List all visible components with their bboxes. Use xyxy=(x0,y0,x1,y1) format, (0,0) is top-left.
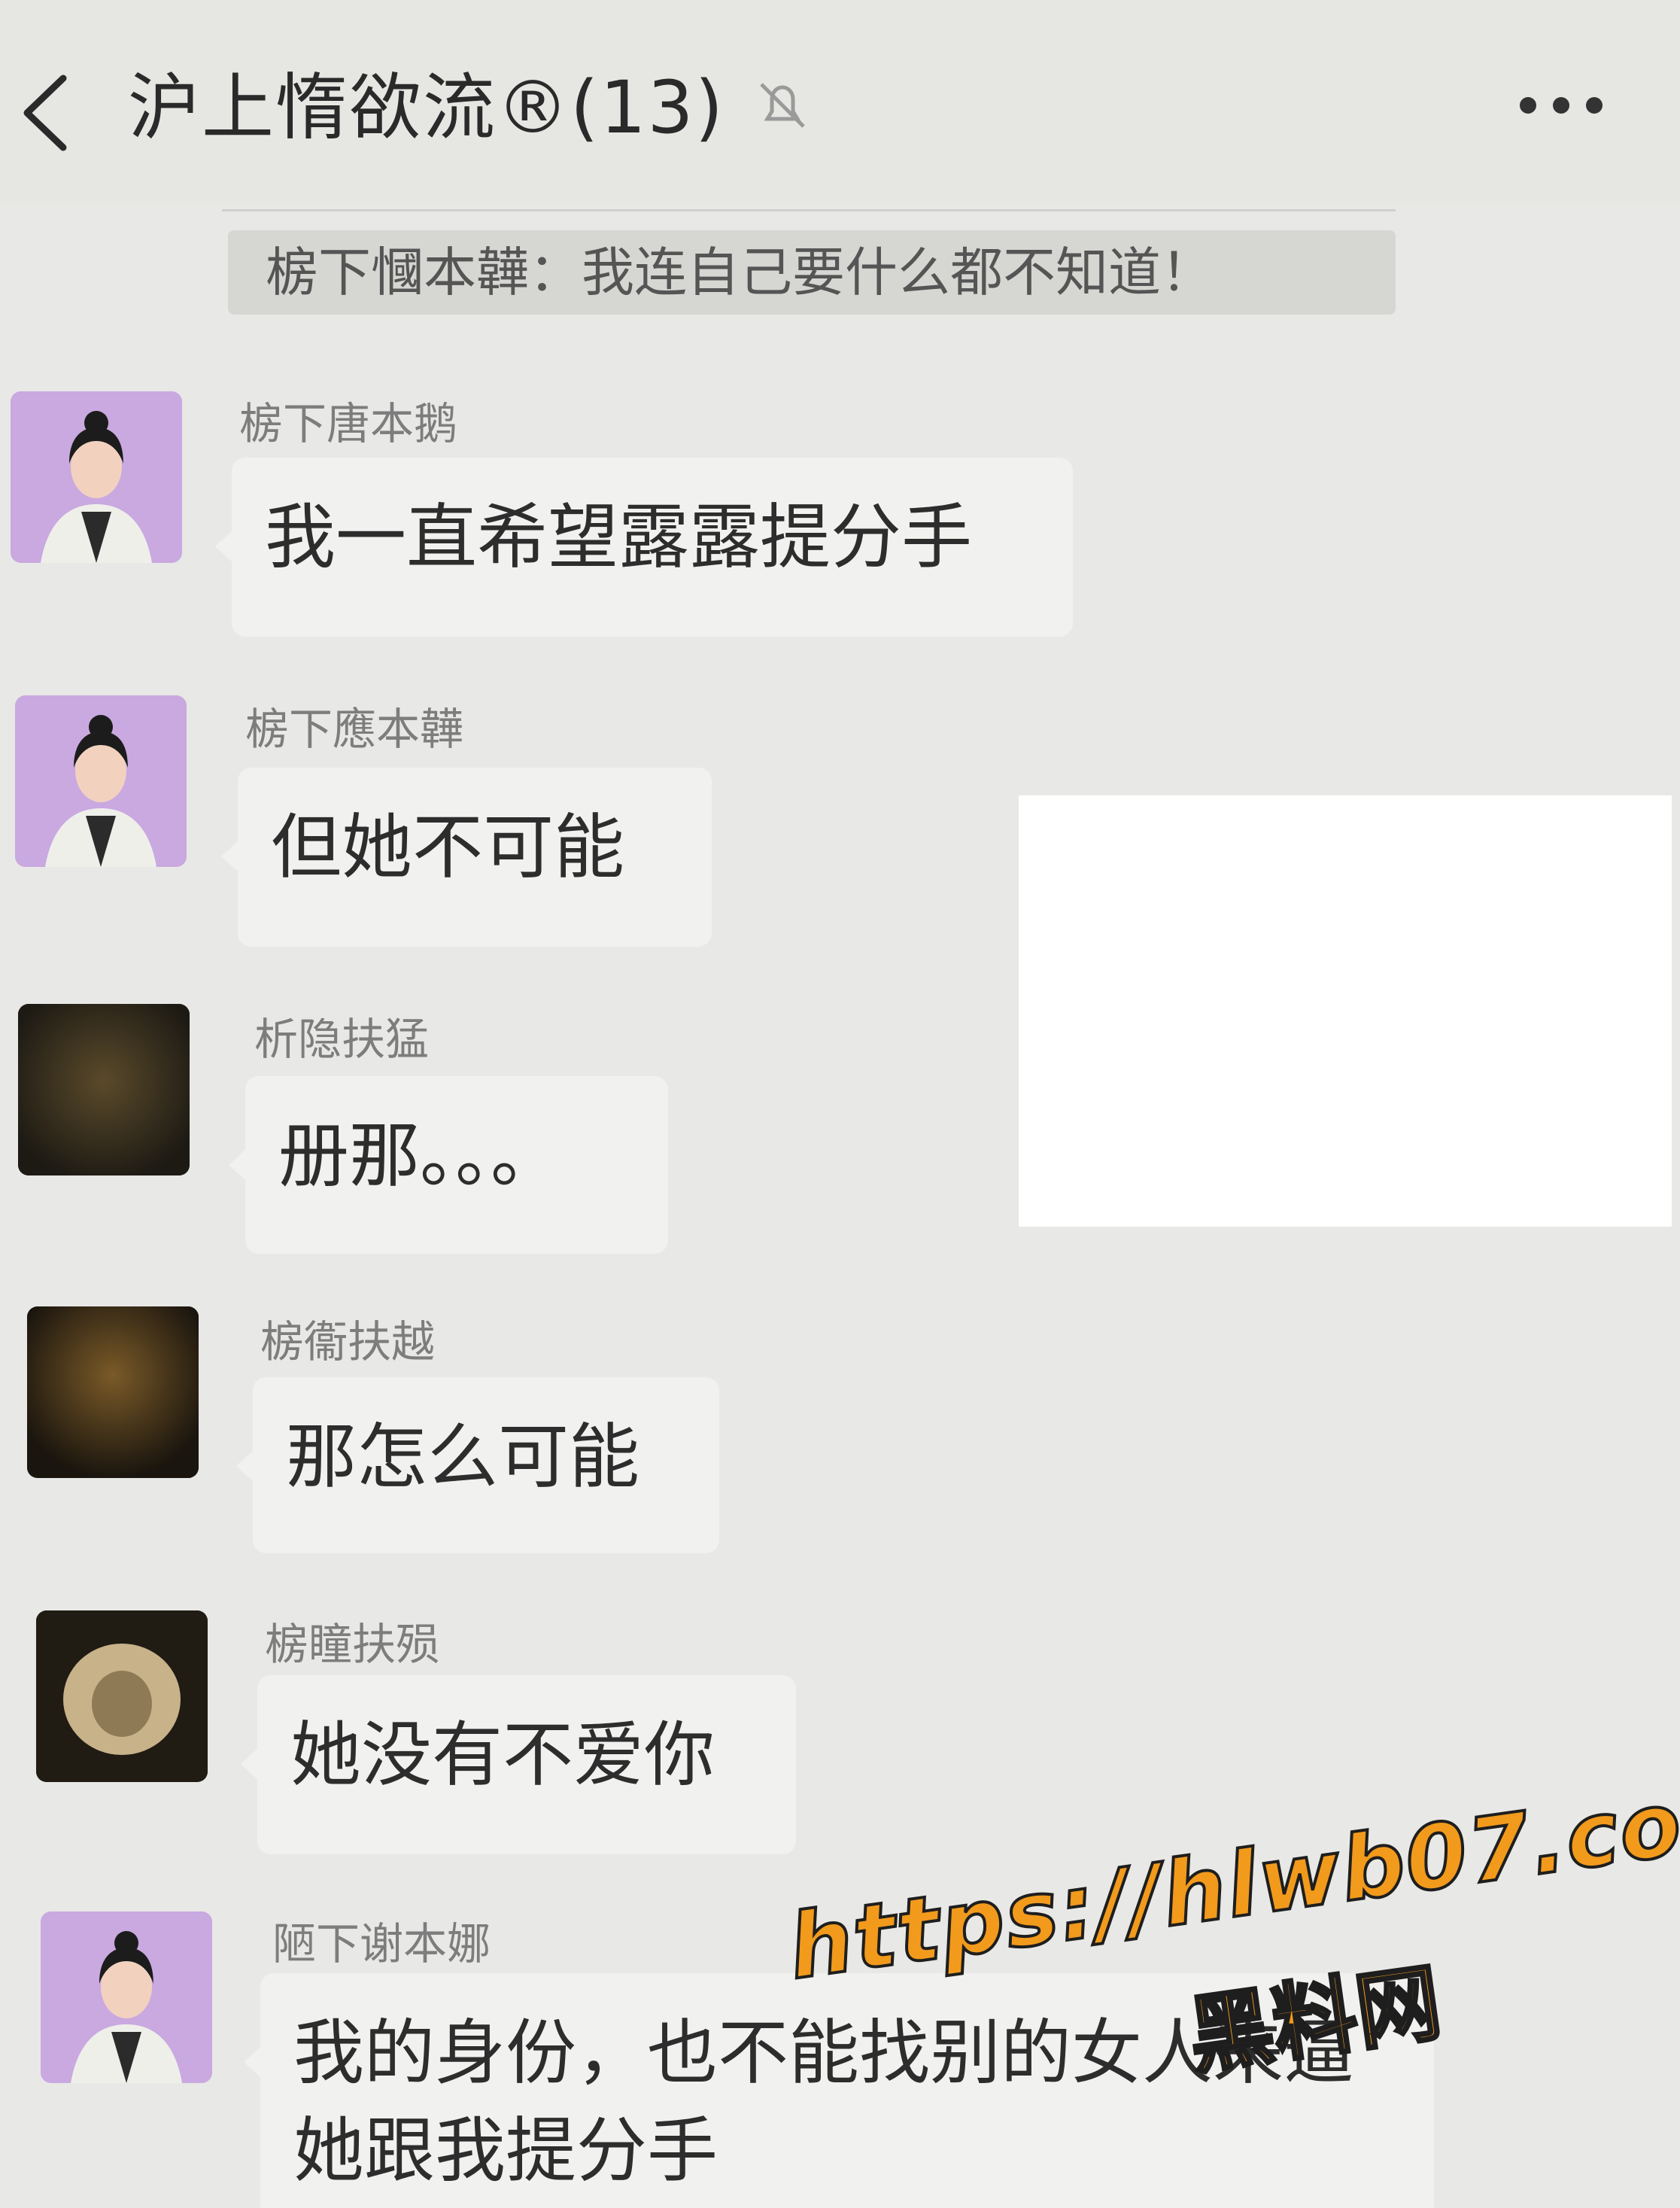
watermark: https://hlwb07.com 黑料网 xyxy=(781,1756,1680,2194)
chat-title: 沪上惰欲流®(13) xyxy=(128,65,725,150)
sender-name: 析隐扶猛 xyxy=(254,1014,430,1065)
blurred-avatar-icon xyxy=(18,1004,190,1175)
sender-name: 椖下唐本鹅 xyxy=(239,398,458,449)
woman-avatar-icon xyxy=(41,1911,212,2083)
more-options-button[interactable] xyxy=(1520,90,1603,120)
avatar[interactable] xyxy=(18,1004,190,1175)
back-button[interactable] xyxy=(17,68,77,158)
bell-muted-icon xyxy=(752,75,813,135)
message-bubble[interactable]: 册那。。。 xyxy=(229,1076,668,1254)
sender-name: 椖瞳扶殒 xyxy=(265,1619,440,1670)
divider xyxy=(222,209,1396,211)
chevron-left-icon xyxy=(23,75,67,151)
avatar[interactable] xyxy=(27,1306,199,1478)
system-message: 椖下慖本韡：我连自己要什么都不知道！ xyxy=(228,230,1396,315)
blurred-avatar-icon xyxy=(27,1306,199,1478)
avatar[interactable] xyxy=(11,391,182,563)
avatar[interactable] xyxy=(41,1911,212,2083)
sender-name: 椖下應本韡 xyxy=(245,704,464,755)
redaction-box xyxy=(1019,795,1672,1227)
blurred-avatar-icon xyxy=(36,1610,208,1782)
woman-avatar-icon xyxy=(15,695,187,867)
message-bubble[interactable]: 那怎么可能 xyxy=(236,1377,719,1553)
sender-name: 陋下谢本娜 xyxy=(272,1918,491,1969)
message-bubble[interactable]: 她没有不爱你 xyxy=(241,1675,796,1854)
avatar[interactable] xyxy=(15,695,187,867)
more-dots-icon xyxy=(1520,97,1536,114)
watermark-name: 黑料网 xyxy=(1181,1952,1448,2087)
chat-header: 沪上惰欲流®(13) xyxy=(0,0,1680,203)
message-bubble[interactable]: 但她不可能 xyxy=(221,768,712,947)
woman-avatar-icon xyxy=(11,391,182,563)
avatar[interactable] xyxy=(36,1610,208,1782)
message-bubble[interactable]: 我一直希望露露提分手 xyxy=(215,458,1073,637)
sender-name: 椖衞扶越 xyxy=(260,1316,436,1367)
